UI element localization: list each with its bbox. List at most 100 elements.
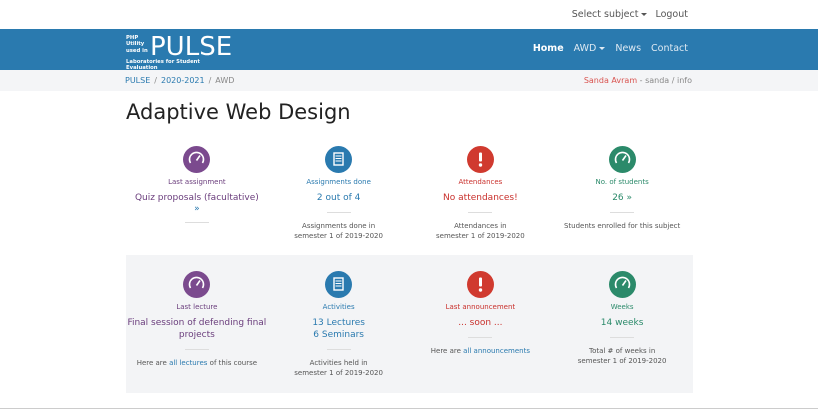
note-text: Here are <box>430 347 464 355</box>
card-label: Attendances <box>458 178 503 186</box>
logo-big-text: PULSE <box>150 32 233 62</box>
card-assignments-done: Assignments done 2 out of 4 Assignments … <box>268 140 410 245</box>
more-link[interactable]: » <box>126 204 268 214</box>
footer-divider <box>0 408 818 409</box>
card-last-assignment: Last assignment Quiz proposals (facultat… <box>126 140 268 245</box>
card-label: No. of students <box>595 178 649 186</box>
card-note: Assignments done in semester 1 of 2019-2… <box>268 221 410 241</box>
card-note: Here are all announcements <box>410 346 552 356</box>
breadcrumb: PULSE/2020-2021/AWD <box>125 76 234 85</box>
exclamation-icon <box>466 146 494 173</box>
gauge-icon <box>183 271 211 298</box>
card-attendances: Attendances No attendances! Attendances … <box>410 140 552 245</box>
divider <box>326 349 351 350</box>
user-name-link[interactable]: Sanda Avram <box>584 76 637 85</box>
stats-row-2: Last lecture Final session of defending … <box>126 255 693 393</box>
card-value: ... soon ... <box>410 317 552 329</box>
value-line: 6 Seminars <box>313 330 364 340</box>
card-note: Students enrolled for this subject <box>551 221 693 231</box>
breadcrumb-separator: / <box>154 76 157 85</box>
breadcrumb-bar: PULSE/2020-2021/AWD Sanda Avram - sanda … <box>0 70 818 91</box>
value-line: Final session of defending final <box>127 318 267 328</box>
card-label: Assignments done <box>306 178 371 186</box>
students-count-link[interactable]: 26 » <box>551 192 693 204</box>
card-label: Last assignment <box>168 178 226 186</box>
card-value: No attendances! <box>443 193 518 203</box>
note-text: Here are <box>136 359 170 367</box>
note-text: of this course <box>207 359 258 367</box>
logo-small-text: PHP Utility used in <box>126 35 148 54</box>
breadcrumb-pulse[interactable]: PULSE <box>125 76 150 85</box>
breadcrumb-current: AWD <box>215 76 235 85</box>
nav-links: Home AWD News Contact <box>533 43 688 54</box>
note-line: Students enrolled for this subject <box>563 222 681 230</box>
value-line: 13 Lectures <box>312 318 365 328</box>
nav-awd-dropdown[interactable]: AWD <box>574 43 606 54</box>
card-label: Last lecture <box>176 303 218 311</box>
select-subject-label: Select subject <box>571 9 639 20</box>
note-line: Attendances in <box>454 222 507 230</box>
note-line: semester 1 of 2019-2020 <box>294 369 383 377</box>
all-lectures-link[interactable]: all lectures <box>169 359 207 367</box>
caret-down-icon <box>641 13 648 16</box>
card-note: Activities held in semester 1 of 2019-20… <box>268 358 410 378</box>
card-label: Last announcement <box>445 303 516 311</box>
card-last-lecture: Last lecture Final session of defending … <box>126 255 268 393</box>
top-utility-bar: Select subject Logout <box>0 0 818 29</box>
top-links: Select subject Logout <box>572 9 688 20</box>
nav-contact[interactable]: Contact <box>651 43 688 54</box>
all-announcements-link[interactable]: all announcements <box>463 347 530 355</box>
divider <box>468 337 493 338</box>
divider <box>610 212 635 213</box>
card-note: Total # of weeks in semester 1 of 2019-2… <box>551 346 693 366</box>
divider <box>326 212 351 213</box>
nav-home[interactable]: Home <box>533 43 564 54</box>
card-value: 14 weeks <box>551 317 693 329</box>
card-students: No. of students 26 » Students enrolled f… <box>551 140 693 245</box>
card-value: 13 Lectures 6 Seminars <box>268 317 410 341</box>
document-icon <box>325 146 353 173</box>
user-account: - sanda / info <box>637 76 692 85</box>
note-line: semester 1 of 2019-2020 <box>436 232 525 240</box>
card-label: Activities <box>322 303 355 311</box>
card-weeks: Weeks 14 weeks Total # of weeks in semes… <box>551 255 693 393</box>
note-line: Total # of weeks in <box>588 347 656 355</box>
card-note: Here are all lectures of this course <box>126 358 268 368</box>
gauge-icon <box>608 146 636 173</box>
user-info: Sanda Avram - sanda / info <box>584 76 692 85</box>
card-note: Attendances in semester 1 of 2019-2020 <box>410 221 552 241</box>
gauge-icon <box>183 146 211 173</box>
card-label: Weeks <box>610 303 634 311</box>
last-assignment-link[interactable]: Quiz proposals (facultative) <box>126 192 268 204</box>
document-icon <box>325 271 353 298</box>
card-last-announcement: Last announcement ... soon ... Here are … <box>410 255 552 393</box>
note-line: Assignments done in <box>302 222 376 230</box>
page-title: Adaptive Web Design <box>126 100 351 124</box>
value-line: projects <box>178 330 215 340</box>
divider <box>468 212 493 213</box>
select-subject-dropdown[interactable]: Select subject <box>572 9 648 20</box>
nav-news[interactable]: News <box>615 43 641 54</box>
exclamation-icon <box>466 271 494 298</box>
card-activities: Activities 13 Lectures 6 Seminars Activi… <box>268 255 410 393</box>
pulse-logo[interactable]: PHP Utility used in PULSE Laboratories f… <box>126 32 233 71</box>
nav-awd-label: AWD <box>573 43 597 54</box>
value-line: ... soon ... <box>458 318 503 328</box>
caret-down-icon <box>599 47 606 50</box>
card-value: 2 out of 4 <box>316 193 361 203</box>
breadcrumb-year[interactable]: 2020-2021 <box>161 76 205 85</box>
value-line: 14 weeks <box>600 318 644 328</box>
divider <box>610 337 635 338</box>
logo-line: used in <box>126 47 148 54</box>
gauge-icon <box>608 271 636 298</box>
note-line: semester 1 of 2019-2020 <box>294 232 383 240</box>
divider <box>184 222 209 223</box>
main-navbar: PHP Utility used in PULSE Laboratories f… <box>0 29 818 71</box>
logout-link[interactable]: Logout <box>655 9 688 20</box>
note-line: semester 1 of 2019-2020 <box>577 357 667 365</box>
divider <box>184 349 209 350</box>
card-value: Final session of defending final project… <box>126 317 268 341</box>
stats-row-1: Last assignment Quiz proposals (facultat… <box>126 140 693 245</box>
breadcrumb-separator: / <box>208 76 212 85</box>
note-line: Activities held in <box>309 359 368 367</box>
